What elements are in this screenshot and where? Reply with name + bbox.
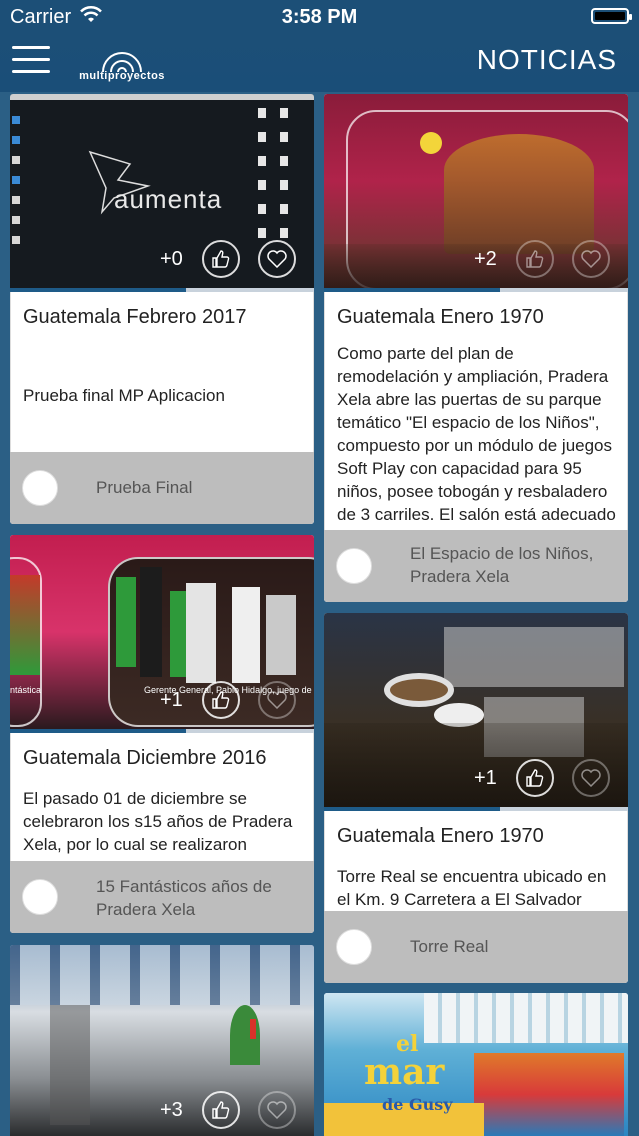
- card-title: Guatemala Enero 1970: [337, 825, 544, 847]
- thumbs-up-icon: [212, 691, 230, 709]
- heart-icon: [267, 250, 287, 268]
- menu-button[interactable]: [12, 46, 50, 78]
- app-logo: multiproyectos: [76, 36, 168, 88]
- card-body: Guatemala Febrero 2017 Prueba final MP A…: [10, 292, 314, 452]
- favorite-button[interactable]: [572, 240, 610, 278]
- photo-count: +3: [160, 1099, 183, 1121]
- card-body: Guatemala Enero 1970 Como parte del plan…: [324, 292, 628, 530]
- page-title: NOTICIAS: [476, 44, 617, 75]
- like-button[interactable]: [202, 1091, 240, 1129]
- news-card[interactable]: aumenta +0 Guatemala Febrero 2017 Prueba…: [10, 94, 314, 524]
- heart-icon: [267, 1101, 287, 1119]
- card-title: Guatemala Diciembre 2016: [23, 747, 267, 769]
- card-image: ntástica Gerente General, Pablo Hidalgo,…: [10, 535, 314, 729]
- avatar: [336, 929, 372, 965]
- card-text: Como parte del plan de remodelación y am…: [337, 344, 616, 524]
- card-text: Torre Real se encuentra ubicado en el Km…: [337, 867, 607, 909]
- aumenta-logo-text: aumenta: [114, 184, 223, 214]
- card-footer: Prueba Final: [10, 452, 314, 524]
- news-card[interactable]: el mar de Gusy: [324, 993, 628, 1136]
- card-category: Prueba Final: [96, 478, 193, 497]
- thumbs-up-icon: [212, 250, 230, 268]
- avatar: [22, 470, 58, 506]
- favorite-button[interactable]: [258, 681, 296, 719]
- card-image: +1: [324, 613, 628, 807]
- favorite-button[interactable]: [258, 1091, 296, 1129]
- card-footer: El Espacio de los Niños, Pradera Xela: [324, 530, 628, 602]
- photo-count: +2: [474, 248, 497, 270]
- card-footer: 15 Fantásticos años de Pradera Xela: [10, 861, 314, 933]
- heart-icon: [581, 250, 601, 268]
- card-image: +2: [324, 94, 628, 288]
- photo-count: +1: [474, 767, 497, 789]
- favorite-button[interactable]: [258, 240, 296, 278]
- card-category: 15 Fantásticos años de Pradera Xela: [96, 877, 272, 919]
- battery-icon: [591, 8, 632, 24]
- heart-icon: [581, 769, 601, 787]
- status-time: 3:58 PM: [281, 6, 358, 28]
- image-caption-left: ntástica: [10, 685, 42, 695]
- thumbs-up-icon: [526, 769, 544, 787]
- status-bar: Carrier 3:58 PM: [0, 0, 639, 34]
- card-footer: Torre Real: [324, 911, 628, 983]
- like-button[interactable]: [202, 240, 240, 278]
- card-image: el mar de Gusy: [324, 993, 628, 1136]
- news-card[interactable]: +3: [10, 945, 314, 1136]
- thumbs-up-icon: [526, 250, 544, 268]
- card-body: Guatemala Diciembre 2016 El pasado 01 de…: [10, 733, 314, 861]
- card-text: El pasado 01 de diciembre se celebraron …: [23, 789, 293, 854]
- image-text-de-gusy: de Gusy: [382, 1095, 453, 1114]
- card-image: +3: [10, 945, 314, 1136]
- news-card[interactable]: +2 Guatemala Enero 1970 Como parte del p…: [324, 94, 628, 602]
- card-text: Prueba final MP Aplicacion: [23, 386, 225, 405]
- like-button[interactable]: [202, 681, 240, 719]
- card-category: El Espacio de los Niños, Pradera Xela: [410, 544, 594, 586]
- avatar: [336, 548, 372, 584]
- card-category: Torre Real: [410, 937, 489, 956]
- like-button[interactable]: [516, 759, 554, 797]
- heart-icon: [267, 691, 287, 709]
- news-card[interactable]: +1 Guatemala Enero 1970 Torre Real se en…: [324, 613, 628, 983]
- card-body: Guatemala Enero 1970 Torre Real se encue…: [324, 811, 628, 911]
- photo-count: +0: [160, 248, 183, 270]
- image-text-mar: mar: [364, 1051, 445, 1093]
- favorite-button[interactable]: [572, 759, 610, 797]
- logo-text: multiproyectos: [79, 70, 165, 82]
- like-button[interactable]: [516, 240, 554, 278]
- card-title: Guatemala Enero 1970: [337, 306, 544, 328]
- nav-bar: multiproyectos NOTICIAS: [0, 34, 639, 92]
- avatar: [22, 879, 58, 915]
- card-title: Guatemala Febrero 2017: [23, 306, 247, 328]
- thumbs-up-icon: [212, 1101, 230, 1119]
- card-image: aumenta +0: [10, 94, 314, 288]
- news-card[interactable]: ntástica Gerente General, Pablo Hidalgo,…: [10, 535, 314, 933]
- photo-count: +1: [160, 689, 183, 711]
